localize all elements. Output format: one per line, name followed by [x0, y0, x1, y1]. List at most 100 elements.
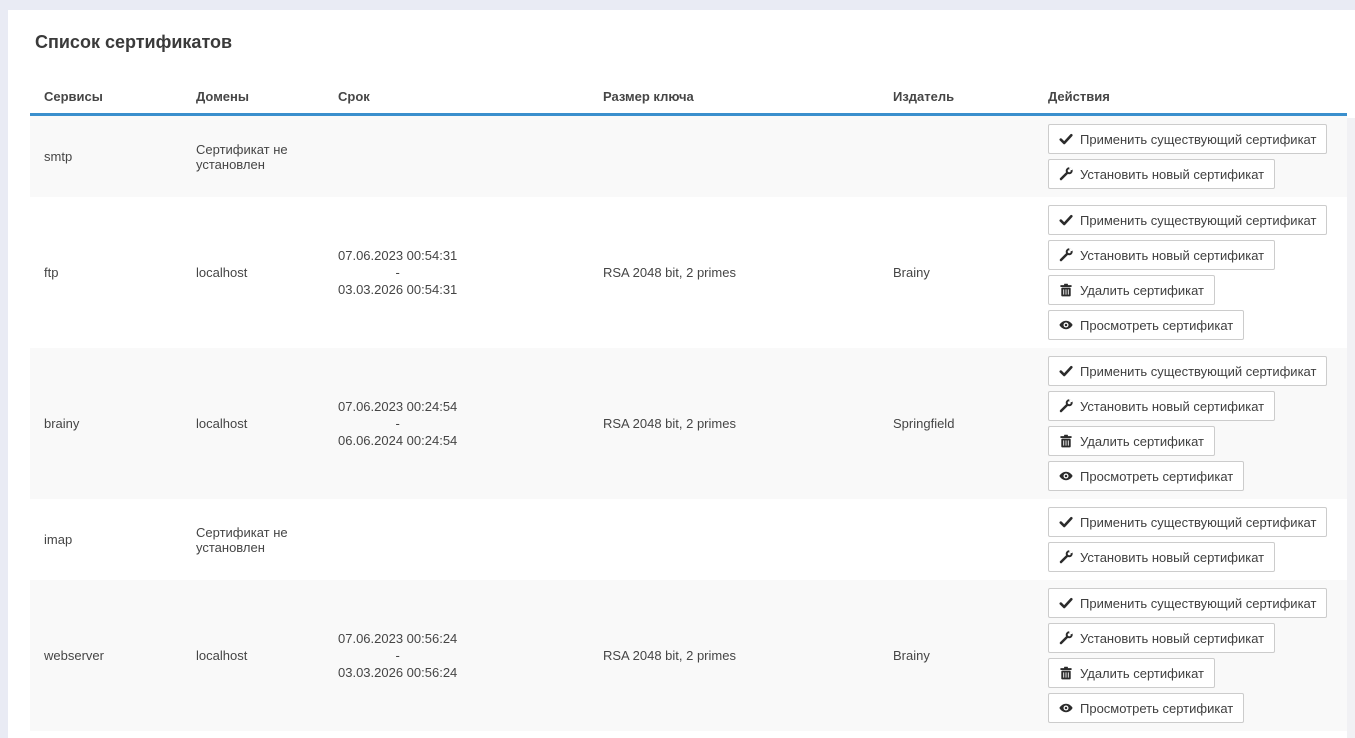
term-separator: -	[338, 264, 457, 281]
action-button-label: Установить новый сертификат	[1080, 399, 1264, 414]
action-button-label: Просмотреть сертификат	[1080, 318, 1233, 333]
service-name: webserver	[44, 648, 104, 663]
table-row-brainy: brainylocalhost07.06.2023 00:24:54-06.06…	[30, 348, 1347, 499]
action-button-label: Применить существующий сертификат	[1080, 596, 1316, 611]
column-header-issuer: Издатель	[879, 80, 1034, 113]
install-new-certificate-button[interactable]: Установить новый сертификат	[1048, 391, 1275, 421]
action-button-label: Установить новый сертификат	[1080, 631, 1264, 646]
action-button-label: Применить существующий сертификат	[1080, 213, 1316, 228]
cell-key-size: RSA 2048 bit, 2 primes	[589, 580, 879, 731]
table-row-ftp: ftp localhost 07.06.2023 00:54:31-03.03.20…	[30, 197, 1347, 348]
install-new-certificate-button[interactable]: Установить новый сертификат	[1048, 159, 1275, 189]
table-row-imap: imap Сертификат не установлен Применить су…	[30, 499, 1347, 580]
cell-term: 07.06.2023 00:24:54-06.06.2024 00:24:54	[324, 348, 589, 499]
cell-issuer	[879, 116, 1034, 197]
eye-icon	[1059, 318, 1073, 332]
cell-key-size	[589, 116, 879, 197]
cell-actions: Применить существующий сертификат Установ…	[1034, 580, 1347, 731]
action-button-label: Применить существующий сертификат	[1080, 132, 1316, 147]
view-certificate-button[interactable]: Просмотреть сертификат	[1048, 693, 1244, 723]
delete-certificate-button[interactable]: Удалить сертификат	[1048, 275, 1215, 305]
check-icon	[1059, 364, 1073, 378]
trash-icon	[1059, 283, 1073, 297]
term-value: 07.06.2023 00:54:31-03.03.2026 00:54:31	[338, 247, 457, 298]
key-size-value: RSA 2048 bit, 2 primes	[603, 265, 736, 280]
term-value: 07.06.2023 00:24:54-06.06.2024 00:24:54	[338, 398, 457, 449]
cell-service: webserver	[30, 580, 182, 731]
cell-term	[324, 116, 589, 197]
action-button-label: Удалить сертификат	[1080, 434, 1204, 449]
table-row-webserver: webserver localhost 07.06.2023 00:56:24-03…	[30, 580, 1347, 731]
cell-service: smtp	[30, 116, 182, 197]
domains-value: localhost	[196, 265, 247, 280]
wrench-icon	[1059, 248, 1073, 262]
action-button-label: Установить новый сертификат	[1080, 550, 1264, 565]
term-to: 03.03.2026 00:56:24	[338, 664, 457, 681]
install-new-certificate-button[interactable]: Установить новый сертификат	[1048, 623, 1275, 653]
cell-key-size: RSA 2048 bit, 2 primes	[589, 197, 879, 348]
column-header-domains: Домены	[182, 80, 324, 113]
action-button-label: Просмотреть сертификат	[1080, 701, 1233, 716]
install-new-certificate-button[interactable]: Установить новый сертификат	[1048, 542, 1275, 572]
apply-existing-certificate-button[interactable]: Применить существующий сертификат	[1048, 588, 1327, 618]
check-icon	[1059, 596, 1073, 610]
action-button-label: Установить новый сертификат	[1080, 167, 1264, 182]
term-from: 07.06.2023 00:56:24	[338, 630, 457, 647]
eye-icon	[1059, 469, 1073, 483]
cell-domains: localhost	[182, 348, 324, 499]
cell-issuer: Brainy	[879, 580, 1034, 731]
cell-key-size	[589, 499, 879, 580]
cell-service: imap	[30, 499, 182, 580]
certificates-table: СервисыДоменыСрокРазмер ключаИздательДей…	[30, 80, 1347, 731]
term-from: 07.06.2023 00:24:54	[338, 398, 457, 415]
service-name: smtp	[44, 149, 72, 164]
domains-value: Сертификат не установлен	[196, 142, 310, 172]
view-certificate-button[interactable]: Просмотреть сертификат	[1048, 310, 1244, 340]
scrollbar-track[interactable]	[1347, 118, 1355, 738]
cell-service: ftp	[30, 197, 182, 348]
domains-value: localhost	[196, 416, 247, 431]
wrench-icon	[1059, 631, 1073, 645]
eye-icon	[1059, 701, 1073, 715]
trash-icon	[1059, 434, 1073, 448]
install-new-certificate-button[interactable]: Установить новый сертификат	[1048, 240, 1275, 270]
key-size-value: RSA 2048 bit, 2 primes	[603, 416, 736, 431]
cell-actions: Применить существующий сертификат Установ…	[1034, 499, 1347, 580]
cell-domains: localhost	[182, 580, 324, 731]
view-certificate-button[interactable]: Просмотреть сертификат	[1048, 461, 1244, 491]
check-icon	[1059, 132, 1073, 146]
service-name: ftp	[44, 265, 58, 280]
action-button-label: Удалить сертификат	[1080, 283, 1204, 298]
cell-actions: Применить существующий сертификат Установ…	[1034, 197, 1347, 348]
table-body: smtp Сертификат не установлен Применить су…	[30, 116, 1347, 731]
cell-domains: Сертификат не установлен	[182, 499, 324, 580]
apply-existing-certificate-button[interactable]: Применить существующий сертификат	[1048, 507, 1327, 537]
column-header-key_size: Размер ключа	[589, 80, 879, 113]
wrench-icon	[1059, 167, 1073, 181]
action-button-label: Удалить сертификат	[1080, 666, 1204, 681]
cell-key-size: RSA 2048 bit, 2 primes	[589, 348, 879, 499]
apply-existing-certificate-button[interactable]: Применить существующий сертификат	[1048, 356, 1327, 386]
check-icon	[1059, 515, 1073, 529]
wrench-icon	[1059, 399, 1073, 413]
apply-existing-certificate-button[interactable]: Применить существующий сертификат	[1048, 124, 1327, 154]
domains-value: localhost	[196, 648, 247, 663]
action-button-label: Установить новый сертификат	[1080, 248, 1264, 263]
issuer-value: Springfield	[893, 416, 954, 431]
key-size-value: RSA 2048 bit, 2 primes	[603, 648, 736, 663]
term-to: 03.03.2026 00:54:31	[338, 281, 457, 298]
cell-actions: Применить существующий сертификат Установ…	[1034, 348, 1347, 499]
issuer-value: Brainy	[893, 265, 930, 280]
term-from: 07.06.2023 00:54:31	[338, 247, 457, 264]
column-header-actions: Действия	[1034, 80, 1347, 113]
service-name: imap	[44, 532, 72, 547]
delete-certificate-button[interactable]: Удалить сертификат	[1048, 426, 1215, 456]
page-title: Список сертификатов	[35, 32, 232, 53]
action-button-label: Применить существующий сертификат	[1080, 364, 1316, 379]
apply-existing-certificate-button[interactable]: Применить существующий сертификат	[1048, 205, 1327, 235]
certificates-card: Список сертификатов СервисыДоменыСрокРаз…	[8, 10, 1355, 738]
delete-certificate-button[interactable]: Удалить сертификат	[1048, 658, 1215, 688]
term-to: 06.06.2024 00:24:54	[338, 432, 457, 449]
term-value: 07.06.2023 00:56:24-03.03.2026 00:56:24	[338, 630, 457, 681]
action-button-label: Применить существующий сертификат	[1080, 515, 1316, 530]
